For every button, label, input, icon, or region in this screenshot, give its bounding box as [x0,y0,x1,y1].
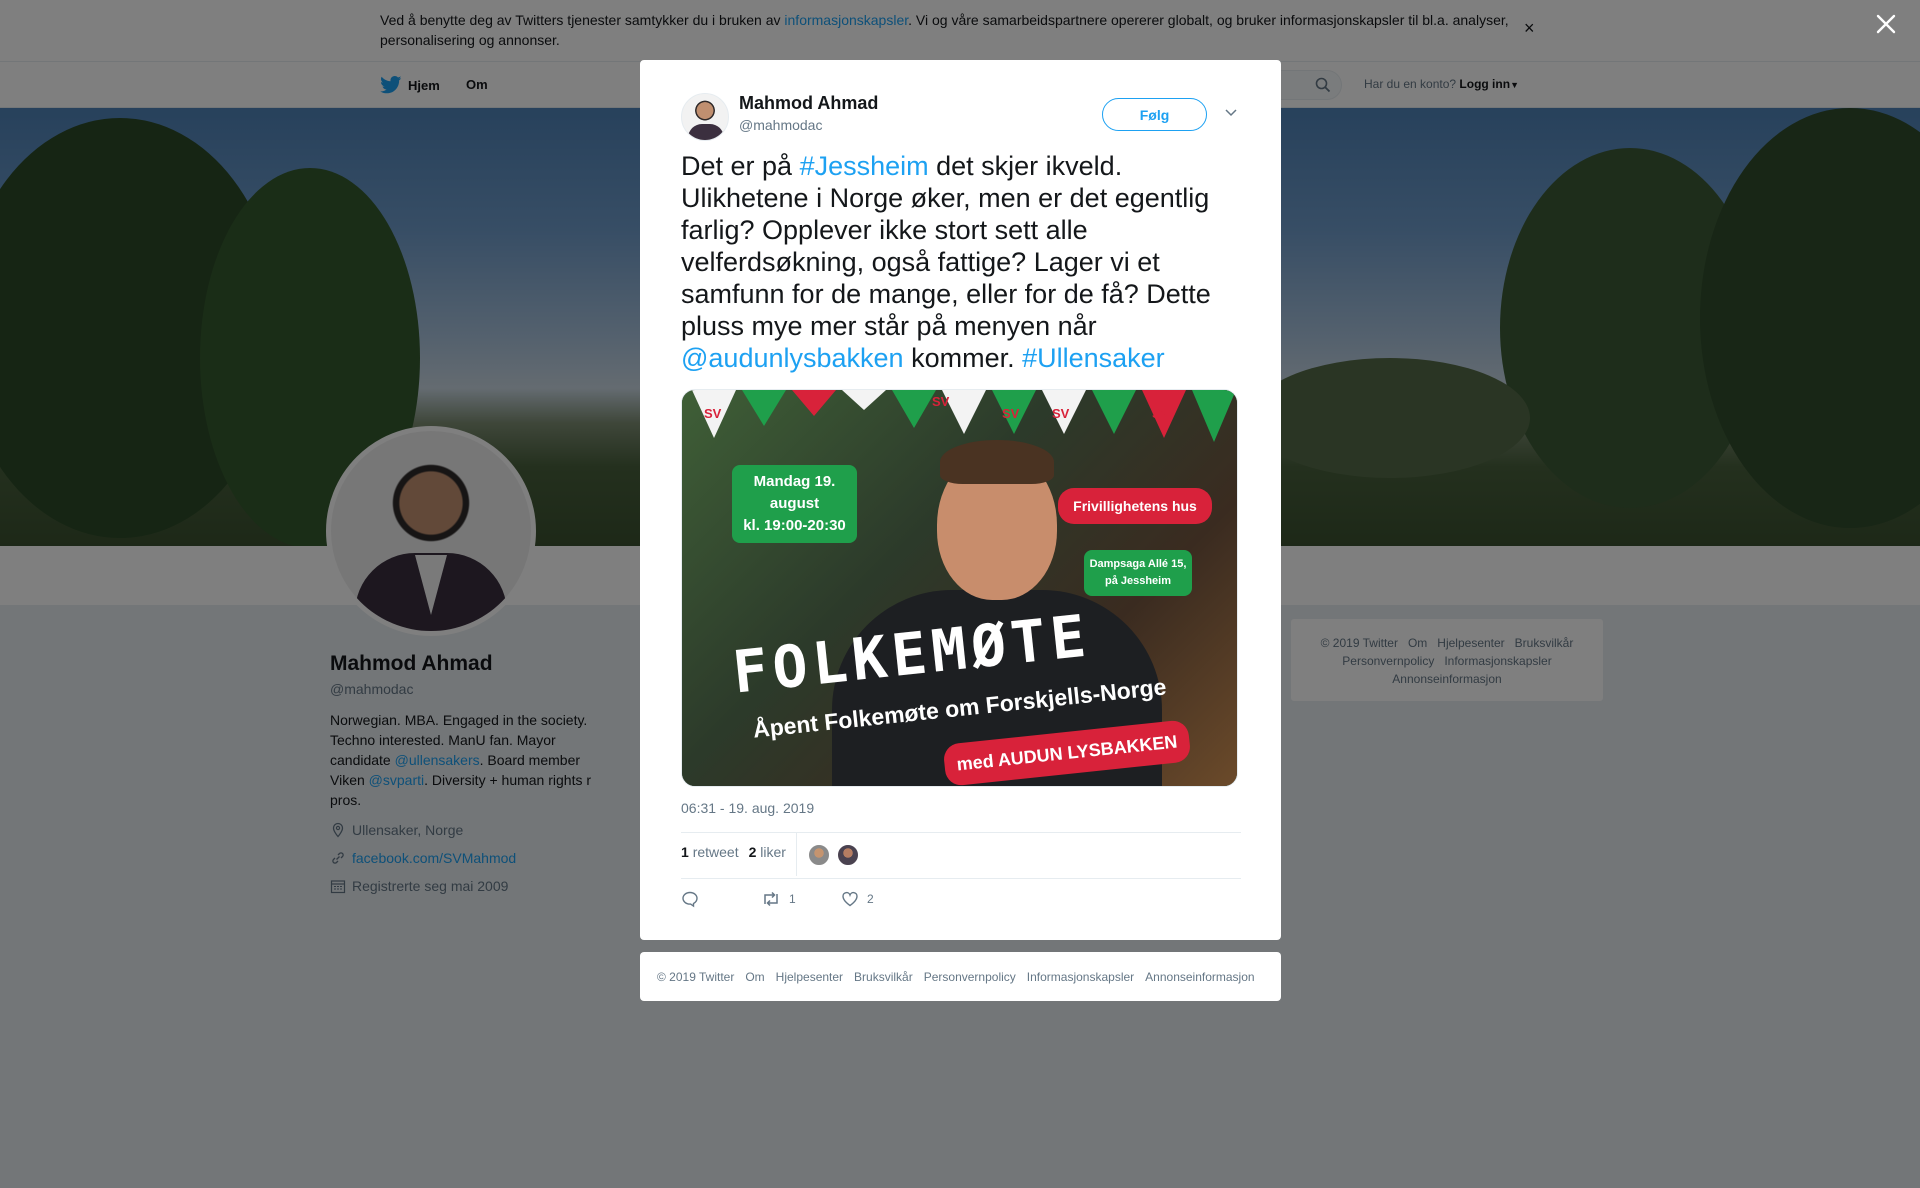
hashtag-ullensaker[interactable]: #Ullensaker [1022,343,1165,373]
tweet-author-avatar[interactable] [681,93,729,141]
poster-date: Mandag 19. august [753,473,836,512]
tweet-modal: Mahmod Ahmad @mahmodac Følg Det er på #J… [640,60,1281,940]
divider [681,832,1241,833]
mention-audunlysbakken[interactable]: @audunlysbakken [681,343,904,373]
divider [681,878,1241,879]
tweet-timestamp[interactable]: 06:31 - 19. aug. 2019 [681,800,814,816]
tweet-text-part: Det er på [681,151,800,181]
tweet-actions: 1 2 [681,890,874,908]
pennant-flag [892,390,936,428]
poster-venue: Frivillighetens hus [1058,488,1212,524]
poster-address-line1: Dampsaga Allé 15, [1089,558,1187,570]
pennant-flag [742,390,786,426]
poster-time: kl. 19:00-20:30 [743,517,846,534]
retweet-action-count: 1 [789,892,796,906]
liker-avatar[interactable] [837,844,859,866]
pennant-flag [842,390,886,410]
footer-link-privacy[interactable]: Personvernpolicy [924,970,1016,984]
retweet-button[interactable]: 1 [761,890,841,908]
tweet-author-name[interactable]: Mahmod Ahmad [739,93,878,114]
like-label: liker [760,844,786,860]
hashtag-jessheim[interactable]: #Jessheim [800,151,929,181]
like-button[interactable]: 2 [841,890,874,908]
sv-logo: SV [1052,406,1070,421]
pennant-flag [792,390,836,416]
like-count: 2 [748,844,757,860]
pennant-flag [1092,390,1136,434]
reply-icon [682,891,698,908]
pennant-flag [1192,390,1236,442]
retweet-label: retweet [692,844,739,860]
footer-link-help[interactable]: Hjelpesenter [776,970,843,984]
poster-address-line2: på Jessheim [1104,575,1172,587]
tweet-stats: 1 retweet 2 liker [681,844,786,860]
poster-person-hair [940,440,1054,484]
footer-link-cookies[interactable]: Informasjonskapsler [1027,970,1134,984]
close-icon[interactable] [1874,12,1898,36]
footer-copyright: © 2019 Twitter [657,969,735,984]
avatar-suit [688,124,724,140]
tweet-text-part: kommer. [903,343,1023,373]
retweet-count: 1 [681,844,689,860]
footer-link-terms[interactable]: Bruksvilkår [854,970,913,984]
reply-button[interactable] [681,890,761,908]
heart-icon [842,891,858,907]
sv-logo: SV [1002,406,1020,421]
poster-date-label: Mandag 19. august kl. 19:00-20:30 [732,465,857,543]
poster-address-label: Dampsaga Allé 15, på Jessheim [1084,550,1192,596]
modal-footer: © 2019 Twitter Om Hjelpesenter Bruksvilk… [640,952,1281,1001]
like-stat[interactable]: 2 liker [749,844,786,860]
divider [796,832,797,876]
chevron-down-icon[interactable] [1224,108,1238,118]
sv-logo: SV [1152,406,1170,421]
sv-logo: SV [932,394,950,409]
sv-logo: SV [704,406,722,421]
footer-link-about[interactable]: Om [745,970,764,984]
tweet-image[interactable]: SV SV SV SV SV Mandag 19. august kl. 19:… [681,389,1238,787]
liker-avatar[interactable] [808,844,830,866]
retweet-icon [764,891,778,907]
tweet-text: Det er på #Jessheim det skjer ikveld. Ul… [681,150,1241,374]
tweet-author-handle[interactable]: @mahmodac [739,117,822,133]
retweet-stat[interactable]: 1 retweet [681,844,739,860]
like-action-count: 2 [867,892,874,906]
footer-link-ads[interactable]: Annonseinformasjon [1145,970,1254,984]
follow-button[interactable]: Følg [1102,98,1207,131]
